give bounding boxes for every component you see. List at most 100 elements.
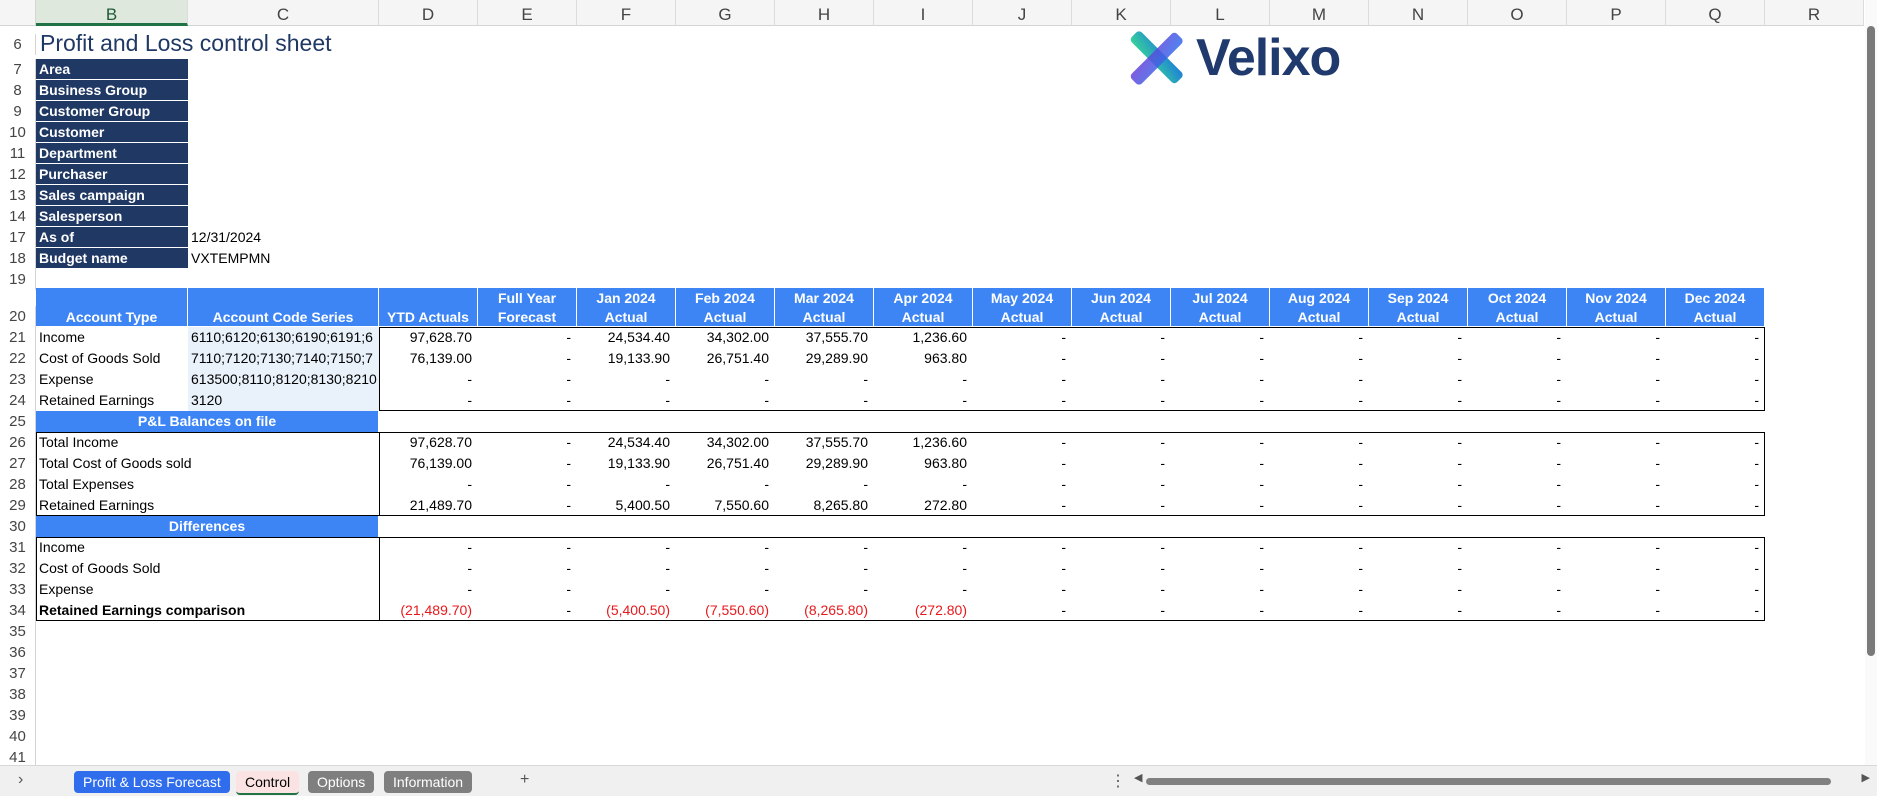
column-header-e[interactable]: E bbox=[478, 0, 577, 26]
row-header-13[interactable]: 13 bbox=[0, 185, 36, 206]
row-header-36[interactable]: 36 bbox=[0, 642, 36, 663]
row-header-8[interactable]: 8 bbox=[0, 80, 36, 101]
account-code-cell[interactable]: 6110;6120;6130;6190;6191;6 bbox=[188, 327, 379, 348]
row-header-28[interactable]: 28 bbox=[0, 474, 36, 495]
row-header-22[interactable]: 22 bbox=[0, 348, 36, 369]
row-header-39[interactable]: 39 bbox=[0, 705, 36, 726]
header-period-line1: May 2024 bbox=[990, 290, 1054, 306]
filter-value[interactable] bbox=[188, 206, 379, 227]
header-period-line1: Dec 2024 bbox=[1684, 290, 1746, 306]
horizontal-scrollbar-thumb[interactable] bbox=[1146, 778, 1831, 785]
column-header-f[interactable]: F bbox=[577, 0, 676, 26]
header-period-line2: Actual bbox=[802, 309, 846, 325]
column-header-i[interactable]: I bbox=[874, 0, 973, 26]
sheet-tab[interactable]: Information bbox=[384, 771, 473, 793]
velixo-logo: Velixo bbox=[1128, 28, 1341, 88]
scroll-right-icon[interactable]: ▶ bbox=[1862, 771, 1870, 784]
accounts-values-border bbox=[379, 327, 1765, 411]
filter-value[interactable] bbox=[188, 59, 379, 80]
column-header-o[interactable]: O bbox=[1468, 0, 1567, 26]
column-header-m[interactable]: M bbox=[1270, 0, 1369, 26]
filter-value[interactable] bbox=[188, 101, 379, 122]
row-header-20[interactable]: 20 bbox=[0, 306, 36, 327]
sheet-tab[interactable]: Control bbox=[236, 771, 300, 795]
more-options-icon[interactable]: ⋮ bbox=[1110, 771, 1126, 791]
filter-value[interactable] bbox=[188, 185, 379, 206]
add-sheet-button[interactable]: + bbox=[520, 771, 529, 789]
row-header-29[interactable]: 29 bbox=[0, 495, 36, 516]
header-period-line2: Actual bbox=[703, 309, 747, 325]
filter-label: As of bbox=[36, 227, 188, 248]
account-type-cell[interactable]: Income bbox=[36, 327, 188, 348]
account-type-cell[interactable]: Cost of Goods Sold bbox=[36, 348, 188, 369]
filter-value[interactable] bbox=[188, 164, 379, 185]
filter-value[interactable] bbox=[188, 143, 379, 164]
filter-label: Department bbox=[36, 143, 188, 164]
section-differences-header: Differences bbox=[36, 516, 379, 537]
row-header-38[interactable]: 38 bbox=[0, 684, 36, 705]
divider-line bbox=[379, 327, 380, 411]
row-header-27[interactable]: 27 bbox=[0, 453, 36, 474]
header-period-line2: Forecast bbox=[497, 309, 557, 325]
row-header-32[interactable]: 32 bbox=[0, 558, 36, 579]
row-header-11[interactable]: 11 bbox=[0, 143, 36, 164]
row-header-6[interactable]: 6 bbox=[0, 34, 36, 55]
row-header-17[interactable]: 17 bbox=[0, 227, 36, 248]
column-header-q[interactable]: Q bbox=[1666, 0, 1765, 26]
filter-value[interactable] bbox=[188, 80, 379, 101]
column-header-k[interactable]: K bbox=[1072, 0, 1171, 26]
row-header-34[interactable]: 34 bbox=[0, 600, 36, 621]
row-header-30[interactable]: 30 bbox=[0, 516, 36, 537]
select-all-corner[interactable] bbox=[0, 0, 36, 26]
row-header-14[interactable]: 14 bbox=[0, 206, 36, 227]
header-period: Jun 2024 Actual bbox=[1072, 288, 1171, 326]
account-code-cell[interactable]: 613500;8110;8120;8130;8210 bbox=[188, 369, 379, 390]
account-code-cell[interactable]: 3120 bbox=[188, 390, 379, 411]
column-header-b[interactable]: B bbox=[36, 0, 188, 26]
scroll-left-icon[interactable]: ◀ bbox=[1134, 771, 1142, 784]
header-account-type: Account Type bbox=[36, 288, 188, 326]
column-header-h[interactable]: H bbox=[775, 0, 874, 26]
row-header-37[interactable]: 37 bbox=[0, 663, 36, 684]
column-header-d[interactable]: D bbox=[379, 0, 478, 26]
row-header-35[interactable]: 35 bbox=[0, 621, 36, 642]
header-period: Full Year Forecast bbox=[478, 288, 577, 326]
sheet-tab[interactable]: Options bbox=[308, 771, 375, 793]
row-header-10[interactable]: 10 bbox=[0, 122, 36, 143]
row-header-24[interactable]: 24 bbox=[0, 390, 36, 411]
column-header-n[interactable]: N bbox=[1369, 0, 1468, 26]
column-header-g[interactable]: G bbox=[676, 0, 775, 26]
account-code-cell[interactable]: 7110;7120;7130;7140;7150;7 bbox=[188, 348, 379, 369]
column-header-r[interactable]: R bbox=[1765, 0, 1864, 26]
spreadsheet-grid[interactable]: BCDEFGHIJKLMNOPQR 6 7 8 9 10 11 12 13 14 17 18 19 20… bbox=[0, 0, 1877, 765]
row-header-21[interactable]: 21 bbox=[0, 327, 36, 348]
header-period-line1: Oct 2024 bbox=[1487, 290, 1547, 306]
vertical-scrollbar[interactable] bbox=[1865, 0, 1877, 765]
row-header-19[interactable]: 19 bbox=[0, 269, 36, 290]
row-header-26[interactable]: 26 bbox=[0, 432, 36, 453]
filter-value[interactable]: VXTEMPMN bbox=[188, 248, 379, 269]
row-header-9[interactable]: 9 bbox=[0, 101, 36, 122]
filter-label: Purchaser bbox=[36, 164, 188, 185]
horizontal-scrollbar[interactable]: ◀ ▶ bbox=[1134, 772, 1870, 786]
row-header-18[interactable]: 18 bbox=[0, 248, 36, 269]
sheet-tab[interactable]: Profit & Loss Forecast bbox=[74, 771, 230, 793]
row-header-31[interactable]: 31 bbox=[0, 537, 36, 558]
filter-value[interactable]: 12/31/2024 bbox=[188, 227, 379, 248]
row-header-33[interactable]: 33 bbox=[0, 579, 36, 600]
column-header-p[interactable]: P bbox=[1567, 0, 1666, 26]
row-header-41[interactable]: 41 bbox=[0, 747, 36, 765]
row-header-23[interactable]: 23 bbox=[0, 369, 36, 390]
scroll-tabs-icon[interactable]: › bbox=[18, 771, 23, 789]
vertical-scrollbar-thumb[interactable] bbox=[1867, 26, 1875, 656]
filter-value[interactable] bbox=[188, 122, 379, 143]
column-header-j[interactable]: J bbox=[973, 0, 1072, 26]
account-type-cell[interactable]: Expense bbox=[36, 369, 188, 390]
row-header-25[interactable]: 25 bbox=[0, 411, 36, 432]
column-header-l[interactable]: L bbox=[1171, 0, 1270, 26]
row-header-40[interactable]: 40 bbox=[0, 726, 36, 747]
column-header-c[interactable]: C bbox=[188, 0, 379, 26]
account-type-cell[interactable]: Retained Earnings bbox=[36, 390, 188, 411]
row-header-7[interactable]: 7 bbox=[0, 59, 36, 80]
row-header-12[interactable]: 12 bbox=[0, 164, 36, 185]
